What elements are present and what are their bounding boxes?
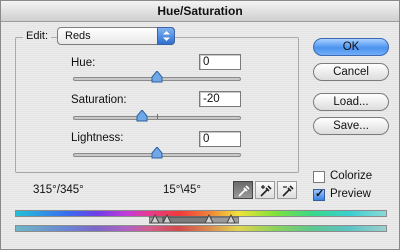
saturation-slider-thumb[interactable] (136, 110, 148, 122)
hue-label: Hue: (71, 57, 96, 69)
edit-label: Edit: (23, 30, 52, 42)
hue-field[interactable]: 0 (199, 54, 241, 70)
edit-channel-popup[interactable]: Reds (57, 27, 175, 45)
window-title: Hue/Saturation (1, 1, 399, 22)
preview-checkbox[interactable]: ✓ (313, 188, 325, 201)
eyedropper-plus-icon[interactable] (255, 181, 275, 199)
checkmark-icon: ✓ (315, 188, 325, 200)
eyedropper-icon[interactable] (233, 181, 253, 199)
saturation-center-tick (157, 114, 158, 119)
save-button[interactable]: Save... (313, 117, 389, 135)
ok-button[interactable]: OK (313, 38, 389, 56)
range-readout-left: 315°/345° (33, 184, 84, 196)
lightness-label: Lightness: (71, 132, 124, 144)
hue-range-slider[interactable] (148, 213, 240, 224)
edit-channel-value: Reds (65, 30, 91, 42)
output-color-bar (15, 225, 387, 232)
range-readout-right: 15°\45° (163, 184, 201, 196)
eyedropper-group (233, 181, 299, 199)
lightness-field[interactable]: 0 (199, 131, 241, 147)
hue-slider-thumb[interactable] (151, 71, 163, 83)
eyedropper-minus-icon[interactable] (277, 181, 297, 199)
load-button[interactable]: Load... (313, 93, 389, 111)
saturation-label: Saturation: (71, 94, 127, 106)
cancel-button[interactable]: Cancel (313, 63, 389, 81)
lightness-slider-thumb[interactable] (151, 147, 163, 159)
preview-label: Preview (330, 188, 371, 200)
popup-arrows-icon (157, 27, 175, 45)
colorize-checkbox[interactable] (313, 171, 325, 183)
saturation-field[interactable]: -20 (199, 91, 241, 107)
colorize-label: Colorize (330, 170, 373, 182)
hue-saturation-dialog: Hue/Saturation Edit: Reds Hue: 0 Saturat… (0, 0, 400, 250)
